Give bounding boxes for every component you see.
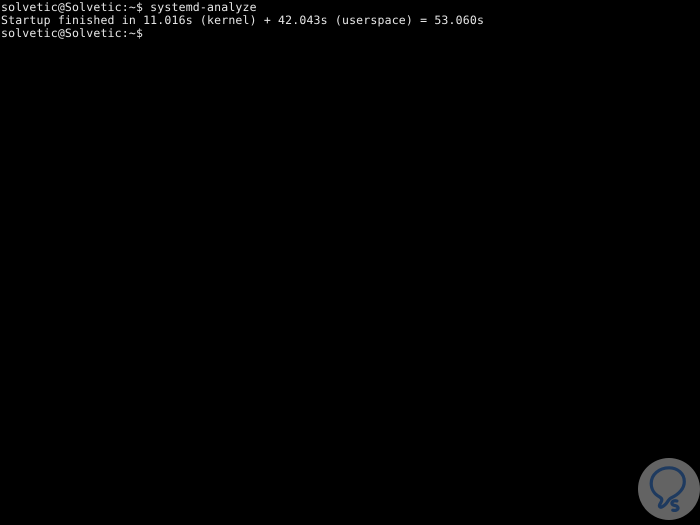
logo-speech-bubble-mark <box>649 466 686 513</box>
terminal-window[interactable]: solvetic@Solvetic:~$ systemd-analyze Sta… <box>0 0 700 525</box>
solvetic-logo-icon <box>638 458 700 520</box>
terminal-line-prompt: solvetic@Solvetic:~$ <box>1 26 144 40</box>
terminal-output[interactable]: solvetic@Solvetic:~$ systemd-analyze Sta… <box>1 1 699 40</box>
solvetic-logo-watermark <box>638 458 700 520</box>
logo-circle-background <box>638 458 700 520</box>
